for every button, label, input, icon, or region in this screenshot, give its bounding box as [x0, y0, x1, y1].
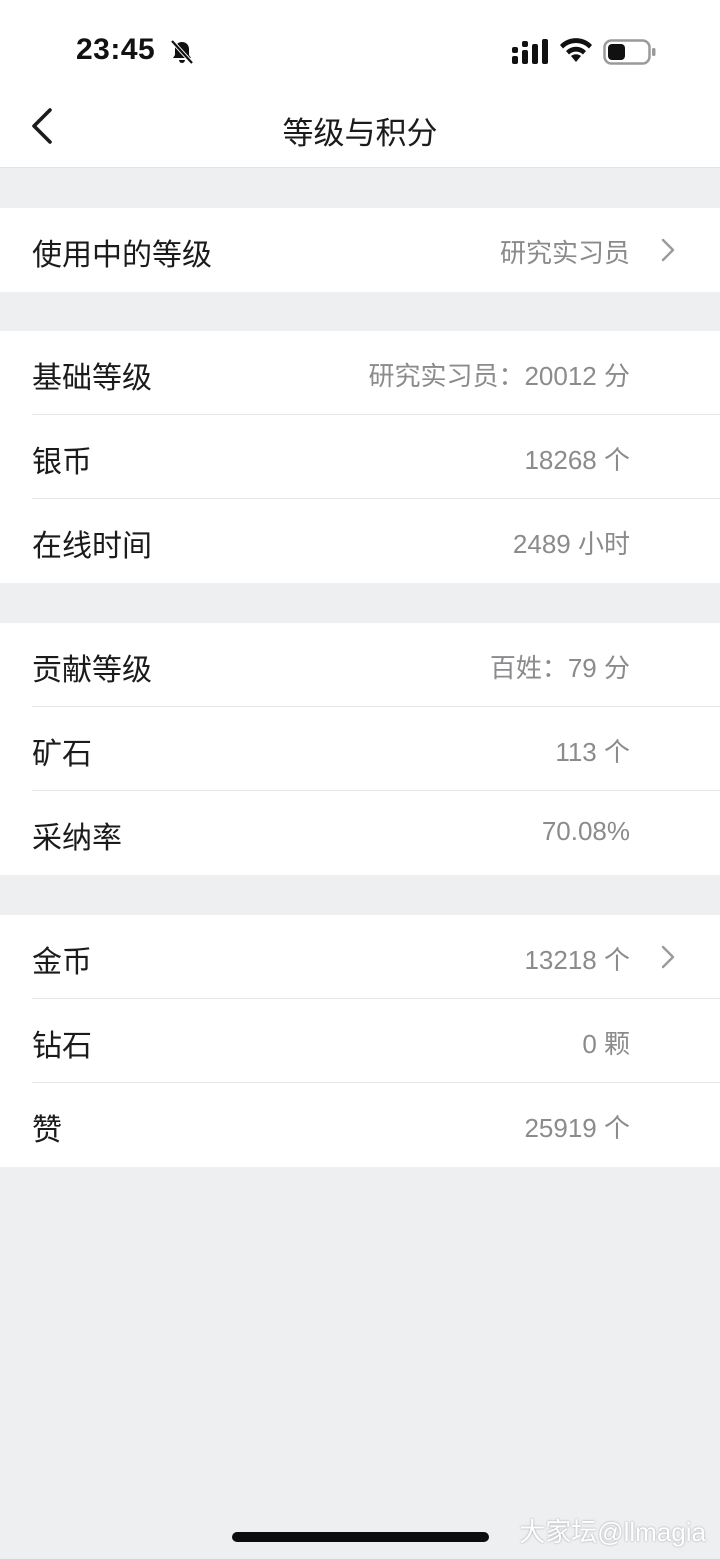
row-gold-coins[interactable]: 金币 13218 个: [0, 915, 720, 999]
row-value: 113 个: [555, 737, 630, 767]
bell-slash-icon: [170, 39, 194, 65]
row-adoption-rate: 采纳率 70.08%: [0, 791, 720, 875]
status-time: 23:45: [76, 33, 156, 66]
row-ore: 矿石 113 个: [0, 707, 720, 791]
section-contribution-level: 贡献等级 百姓：79 分 矿石 113 个 采纳率 70.08%: [0, 623, 720, 875]
row-value: 0 颗: [582, 1029, 630, 1059]
signal-icon: [512, 39, 548, 64]
status-bar: 23:45: [0, 0, 720, 90]
row-label: 银币: [32, 446, 92, 479]
row-label: 金币: [32, 946, 92, 979]
row-basic-level: 基础等级 研究实习员：20012 分: [0, 331, 720, 415]
row-current-level[interactable]: 使用中的等级 研究实习员: [0, 208, 720, 292]
row-label: 钻石: [32, 1030, 92, 1063]
row-label: 使用中的等级: [32, 239, 212, 272]
row-value: 18268 个: [524, 445, 630, 475]
row-value: 25919 个: [524, 1113, 630, 1143]
wifi-icon: [560, 38, 592, 62]
row-contribution-level: 贡献等级 百姓：79 分: [0, 623, 720, 707]
screen: 23:45 等级与积分 使用中的等级 研究实习员 基础等级 研究实习员：2001…: [0, 0, 720, 1559]
section-basic-level: 基础等级 研究实习员：20012 分 银币 18268 个 在线时间 2489 …: [0, 331, 720, 583]
row-value: 13218 个: [524, 945, 630, 975]
row-diamonds: 钻石 0 颗: [0, 999, 720, 1083]
row-likes: 赞 25919 个: [0, 1083, 720, 1167]
section-assets: 金币 13218 个 钻石 0 颗 赞 25919 个: [0, 915, 720, 1167]
row-value: 研究实习员：20012 分: [368, 361, 630, 391]
row-value: 70.08%: [541, 816, 630, 846]
row-label: 贡献等级: [32, 654, 152, 687]
chevron-right-icon: [661, 945, 675, 969]
battery-icon: [603, 39, 656, 65]
section-current-level: 使用中的等级 研究实习员: [0, 208, 720, 292]
nav-bar: 等级与积分: [0, 90, 720, 168]
row-label: 赞: [32, 1114, 62, 1147]
row-label: 矿石: [32, 738, 92, 771]
page-title: 等级与积分: [282, 116, 438, 151]
row-online-time: 在线时间 2489 小时: [0, 499, 720, 583]
row-value: 研究实习员: [499, 238, 630, 268]
row-value: 2489 小时: [512, 529, 630, 559]
row-label: 采纳率: [32, 822, 122, 855]
home-indicator[interactable]: [232, 1532, 489, 1542]
row-value: 百姓：79 分: [489, 653, 630, 683]
watermark: 大家坛@llmagia: [519, 1517, 706, 1547]
row-label: 基础等级: [32, 362, 152, 395]
chevron-right-icon: [661, 238, 675, 262]
row-silver-coins: 银币 18268 个: [0, 415, 720, 499]
row-label: 在线时间: [32, 530, 152, 563]
